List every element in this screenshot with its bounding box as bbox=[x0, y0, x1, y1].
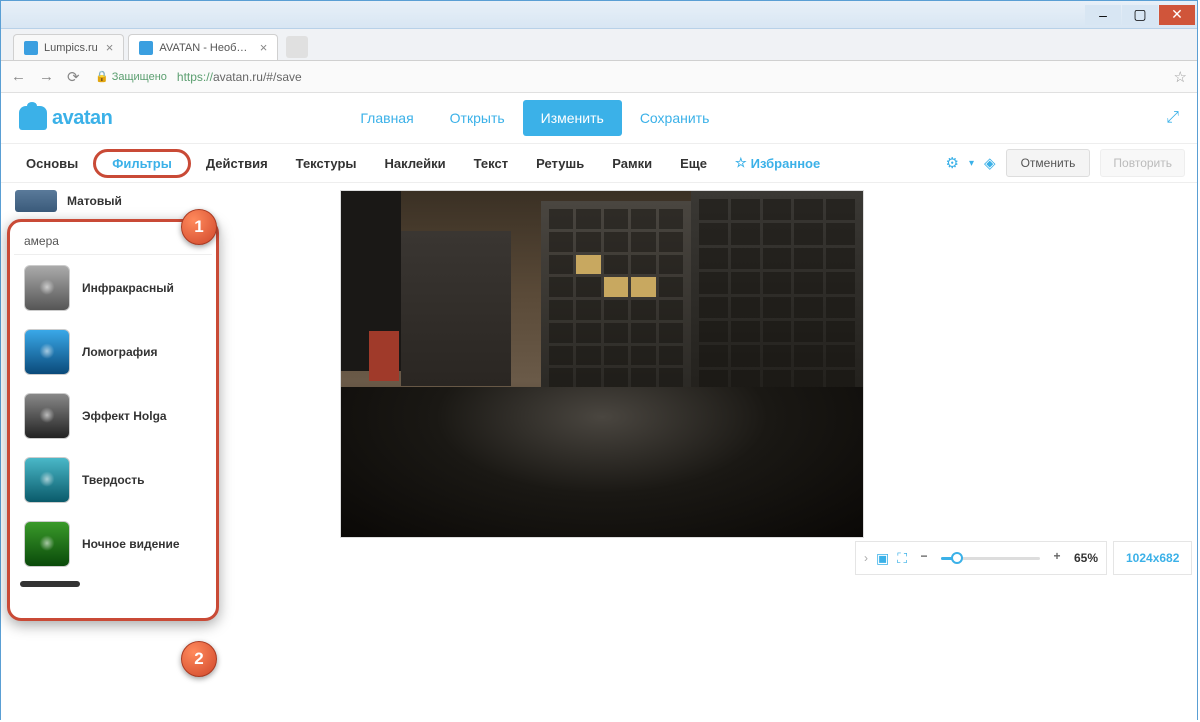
filter-item[interactable]: Ломография bbox=[18, 325, 208, 379]
image-dimensions: 1024x682 bbox=[1113, 541, 1192, 575]
secure-label: Защищено bbox=[112, 71, 167, 83]
callout-marker-2: 2 bbox=[181, 641, 217, 677]
filter-thumb-icon bbox=[24, 457, 70, 503]
window-maximize-button[interactable]: ▢ bbox=[1122, 5, 1158, 25]
sidebar-scrollbar[interactable] bbox=[20, 581, 80, 587]
bookmark-star-icon[interactable]: ☆ bbox=[1174, 68, 1187, 86]
filter-label: Твердость bbox=[82, 473, 145, 487]
filter-item[interactable]: Ночное видение bbox=[18, 517, 208, 571]
zoom-expand-icon[interactable]: › bbox=[864, 551, 868, 565]
filter-category-label: амера bbox=[24, 234, 59, 248]
callout-marker-1: 1 bbox=[181, 209, 217, 245]
filter-thumb-icon bbox=[24, 393, 70, 439]
lock-icon: 🔒 bbox=[95, 70, 109, 83]
new-tab-button[interactable] bbox=[286, 36, 308, 58]
nav-edit-button[interactable]: Изменить bbox=[523, 100, 622, 136]
tool-nav: Основы Фильтры Действия Текстуры Наклейк… bbox=[1, 143, 1197, 183]
filter-label: Ломография bbox=[82, 345, 158, 359]
secure-indicator: 🔒 Защищено bbox=[95, 70, 167, 83]
canvas-area: › ▣ ⛶ − + 65% 1024x682 bbox=[221, 183, 1197, 720]
tab-favicon-icon bbox=[24, 41, 38, 55]
redo-button[interactable]: Повторить bbox=[1100, 149, 1185, 177]
nav-reload-button[interactable]: ⟳ bbox=[67, 68, 85, 86]
zoom-in-button[interactable]: + bbox=[1048, 549, 1066, 567]
filter-list-highlighted: амера ▾ ИнфракрасныйЛомографияЭффект Hol… bbox=[7, 219, 219, 621]
expand-icon[interactable]: ⤢ bbox=[1166, 109, 1179, 127]
address-bar: ← → ⟳ 🔒 Защищено https://avatan.ru/#/sav… bbox=[1, 61, 1197, 93]
zoom-slider[interactable] bbox=[941, 557, 1040, 560]
top-nav: Главная Открыть Изменить Сохранить bbox=[342, 100, 727, 136]
zoom-toolbar: › ▣ ⛶ − + 65% bbox=[855, 541, 1107, 575]
filter-item[interactable]: Твердость bbox=[18, 453, 208, 507]
browser-tab-active[interactable]: AVATAN - Необычный × bbox=[128, 34, 278, 60]
window-minimize-button[interactable]: – bbox=[1085, 5, 1121, 25]
browser-tab[interactable]: Lumpics.ru × bbox=[13, 34, 124, 60]
undo-button[interactable]: Отменить bbox=[1006, 149, 1091, 177]
tab-title: Lumpics.ru bbox=[44, 42, 98, 54]
fit-screen-icon[interactable]: ▣ bbox=[876, 550, 889, 567]
filter-label: Ночное видение bbox=[82, 537, 180, 551]
app-header: avatan Главная Открыть Изменить Сохранит… bbox=[1, 93, 1197, 143]
nav-save-link[interactable]: Сохранить bbox=[622, 100, 728, 136]
logo-mark-icon bbox=[19, 106, 47, 130]
layers-icon[interactable]: ◈ bbox=[984, 154, 996, 172]
tab-text[interactable]: Текст bbox=[461, 148, 521, 179]
logo-text: avatan bbox=[52, 107, 112, 130]
tab-textures[interactable]: Текстуры bbox=[283, 148, 370, 179]
settings-gear-icon[interactable]: ⚙ bbox=[946, 154, 959, 172]
tab-favorites[interactable]: ☆ Избранное bbox=[722, 147, 833, 179]
nav-back-button[interactable]: ← bbox=[11, 68, 29, 86]
filter-thumb-icon bbox=[15, 190, 57, 212]
filter-thumb-icon bbox=[24, 329, 70, 375]
tab-favicon-icon bbox=[139, 41, 153, 55]
fullscreen-icon[interactable]: ⛶ bbox=[897, 550, 907, 567]
tab-actions[interactable]: Действия bbox=[193, 148, 281, 179]
filter-label: Матовый bbox=[67, 194, 122, 208]
tab-close-icon[interactable]: × bbox=[260, 40, 268, 55]
settings-chevron-icon[interactable]: ▾ bbox=[969, 158, 974, 169]
nav-forward-button[interactable]: → bbox=[39, 68, 57, 86]
window-close-button[interactable]: ✕ bbox=[1159, 5, 1195, 25]
canvas-image[interactable] bbox=[341, 191, 863, 537]
filters-sidebar: Матовый амера ▾ ИнфракрасныйЛомографияЭф… bbox=[1, 183, 221, 720]
address-input[interactable]: https://avatan.ru/#/save bbox=[177, 70, 302, 84]
filter-item[interactable]: Эффект Holga bbox=[18, 389, 208, 443]
filter-label: Эффект Holga bbox=[82, 409, 167, 423]
tab-retouch[interactable]: Ретушь bbox=[523, 148, 597, 179]
zoom-slider-thumb[interactable] bbox=[951, 552, 963, 564]
tab-frames[interactable]: Рамки bbox=[599, 148, 665, 179]
tab-basic[interactable]: Основы bbox=[13, 148, 91, 179]
tab-title: AVATAN - Необычный bbox=[159, 42, 251, 54]
app-logo[interactable]: avatan bbox=[19, 106, 112, 130]
favorites-star-icon: ☆ bbox=[735, 155, 747, 171]
tab-filters[interactable]: Фильтры bbox=[93, 149, 191, 178]
filter-thumb-icon bbox=[24, 521, 70, 567]
nav-home-link[interactable]: Главная bbox=[342, 100, 431, 136]
tab-close-icon[interactable]: × bbox=[106, 40, 114, 55]
tab-stickers[interactable]: Наклейки bbox=[372, 148, 459, 179]
browser-tab-strip: Lumpics.ru × AVATAN - Необычный × bbox=[1, 29, 1197, 61]
filter-item[interactable]: Инфракрасный bbox=[18, 261, 208, 315]
zoom-percentage: 65% bbox=[1074, 551, 1098, 565]
window-titlebar: – ▢ ✕ bbox=[1, 1, 1197, 29]
tab-more[interactable]: Еще bbox=[667, 148, 720, 179]
filter-thumb-icon bbox=[24, 265, 70, 311]
filter-label: Инфракрасный bbox=[82, 281, 174, 295]
zoom-out-button[interactable]: − bbox=[915, 549, 933, 567]
nav-open-link[interactable]: Открыть bbox=[432, 100, 523, 136]
